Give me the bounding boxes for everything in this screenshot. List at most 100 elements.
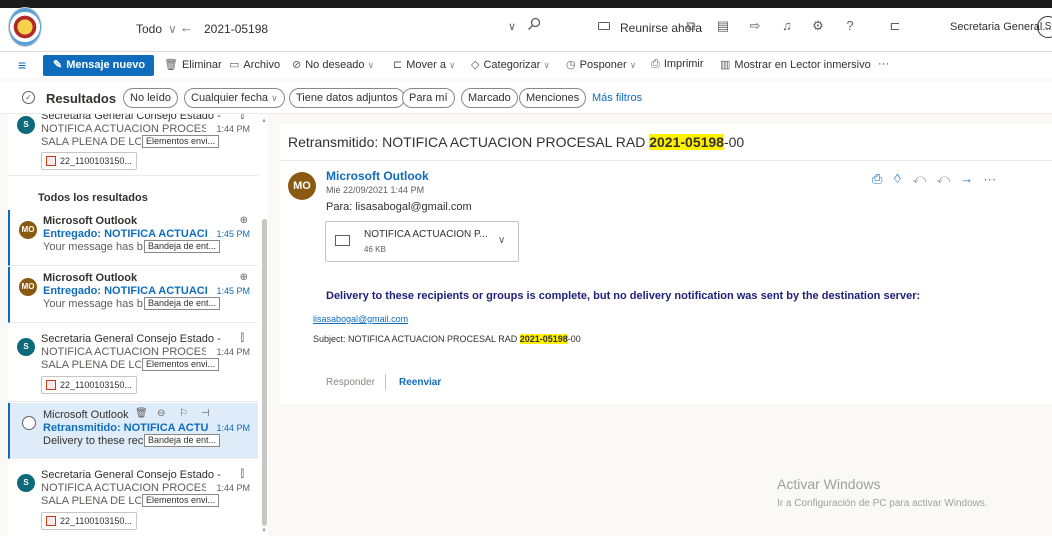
scroll-down-arrow-icon[interactable]: ▼ — [261, 528, 267, 534]
video-camera-icon[interactable] — [598, 22, 610, 30]
folder-badge: Bandeja de ent... — [144, 240, 221, 253]
pdf-file-icon — [46, 516, 56, 526]
flag-icon[interactable]: ⚐ — [179, 408, 188, 419]
list-item[interactable]: S Secretaria General Consejo Estado - N.… — [8, 114, 258, 176]
avatar: MO — [19, 278, 37, 296]
reply-button[interactable]: Responder — [326, 377, 375, 388]
pdf-file-icon — [46, 380, 56, 390]
junk-button[interactable]: ⊘ No deseado ∨ — [292, 58, 374, 71]
filter-mentions[interactable]: Menciones — [519, 88, 587, 108]
results-heading: Resultados — [46, 91, 117, 106]
list-item[interactable]: MO Microsoft Outlook ⊕ Entregado: NOTIFI… — [8, 267, 258, 323]
chevron-down-icon: ∨ — [543, 60, 550, 70]
pdf-file-icon — [46, 156, 56, 166]
filter-date[interactable]: Cualquier fecha ∨ — [184, 88, 285, 108]
search-input[interactable]: 2021-05198 — [204, 22, 268, 36]
reply-all-icon[interactable]: ↶ — [936, 171, 960, 186]
window-strip — [0, 0, 1052, 8]
snooze-button[interactable]: ◷ Posponer ∨ — [566, 58, 636, 71]
print-button[interactable]: ⎙ Imprimir — [651, 58, 704, 71]
search-scope-dropdown[interactable]: Todo ∨ — [136, 22, 177, 36]
help-icon[interactable]: ? — [843, 19, 857, 33]
attachment-chip[interactable]: 22_1100103150... — [41, 512, 137, 530]
sender-name[interactable]: Microsoft Outlook — [326, 169, 429, 183]
book-icon: ▥ — [720, 59, 731, 71]
avatar: S — [17, 474, 35, 492]
list-scrollbar-thumb[interactable] — [262, 219, 267, 526]
trash-icon: 🗑 — [164, 59, 178, 71]
list-item[interactable]: MO Microsoft Outlook ⊕ Entregado: NOTIFI… — [8, 210, 258, 266]
chevron-down-icon: ∨ — [448, 60, 456, 70]
select-radio[interactable] — [22, 416, 36, 430]
feedback-icon[interactable]: ⇨ — [748, 19, 762, 33]
activation-watermark-subtitle: Ir a Configuración de PC para activar Wi… — [777, 498, 988, 509]
folder-badge: Elementos envi... — [142, 358, 220, 371]
activation-watermark-title: Activar Windows — [777, 476, 881, 492]
move-to-button[interactable]: ⊏ Mover a ∨ — [393, 58, 456, 71]
pin-icon[interactable]: ⊣ — [201, 408, 210, 419]
more-filters-link[interactable]: Más filtros — [592, 92, 642, 104]
filter-flagged[interactable]: Marcado — [461, 88, 518, 108]
divider — [385, 374, 386, 390]
select-all-checkbox[interactable]: ✓ — [22, 91, 35, 104]
gear-icon[interactable]: ⚙ — [811, 19, 825, 33]
list-item[interactable]: S Secretaria General Consejo Estado - N.… — [8, 324, 258, 402]
whats-new-icon[interactable]: ⊏ — [888, 19, 902, 33]
print-icon[interactable]: ⎙ — [872, 171, 892, 186]
reading-pane — [280, 124, 1052, 404]
chevron-down-icon: ∨ — [629, 60, 637, 70]
recipients-line: Para: lisasabogal@gmail.com — [326, 201, 472, 213]
filter-to-me[interactable]: Para mí — [402, 88, 455, 108]
list-item[interactable]: S Secretaria General Consejo Estado - N.… — [8, 460, 258, 536]
back-arrow-icon[interactable]: ← — [180, 20, 193, 35]
scroll-up-arrow-icon[interactable]: ▲ — [261, 118, 267, 124]
like-icon[interactable]: ♢ — [892, 171, 912, 186]
more-icon[interactable]: ⋯ — [983, 171, 1006, 186]
more-actions-button[interactable]: ··· — [878, 58, 889, 70]
trash-icon[interactable]: 🗑 — [135, 408, 148, 419]
filter-attachments[interactable]: Tiene datos adjuntos — [289, 88, 405, 108]
hamburger-menu-icon[interactable]: ≡ — [18, 58, 26, 72]
search-highlight: 2021-05198 — [649, 134, 724, 150]
reply-icon[interactable]: ↶ — [912, 171, 936, 186]
filter-unread[interactable]: No leído — [123, 88, 178, 108]
list-item-selected[interactable]: Microsoft Outlook 🗑 ⊖ ⚐ ⊣ Retransmitido:… — [8, 403, 258, 459]
categorize-button[interactable]: ◇ Categorizar ∨ — [471, 58, 550, 71]
account-avatar[interactable]: S — [1037, 16, 1052, 38]
subject-line: Subject: NOTIFICA ACTUACION PROCESAL RAD… — [313, 334, 581, 344]
move-folder-icon: ⊏ — [393, 59, 403, 71]
avatar: S — [17, 338, 35, 356]
read-receipt-icon: ⊕ — [239, 272, 248, 283]
recipient-link[interactable]: lisasabogal@gmail.com — [313, 314, 408, 324]
forward-icon[interactable]: → — [960, 171, 983, 186]
new-message-button[interactable]: ✎ Mensaje nuevo — [43, 55, 154, 76]
archive-icon: ▭ — [229, 59, 240, 71]
folder-badge: Elementos envi... — [142, 494, 220, 507]
delete-button[interactable]: 🗑 Eliminar — [164, 58, 222, 71]
chevron-down-icon: ∨ — [168, 22, 177, 36]
archive-button[interactable]: ▭ Archivo — [229, 58, 280, 71]
search-icon[interactable] — [527, 17, 541, 31]
search-options-chevron-icon[interactable]: ∨ — [508, 20, 516, 33]
teams-icon[interactable]: ⧉ — [684, 19, 698, 33]
message-subject-title: Retransmitido: NOTIFICA ACTUACION PROCES… — [288, 134, 745, 150]
section-header: Todos los resultados — [38, 192, 148, 204]
envelope-open-icon[interactable]: ⊖ — [157, 408, 165, 419]
chevron-down-icon[interactable]: ∨ — [498, 235, 505, 246]
bell-icon[interactable]: ♫ — [780, 19, 794, 33]
tag-icon: ◇ — [471, 59, 480, 71]
notes-icon[interactable]: ▤ — [716, 19, 730, 33]
attachment-chip[interactable]: 22_1100103150... — [41, 376, 137, 394]
message-body: Delivery to these recipients or groups i… — [326, 290, 921, 302]
paperclip-icon: ⫿ — [240, 114, 244, 121]
block-icon: ⊘ — [292, 59, 302, 71]
avatar: S — [17, 116, 35, 134]
immersive-reader-button[interactable]: ▥ Mostrar en Lector inmersivo — [720, 58, 871, 71]
sender-avatar[interactable]: MO — [288, 172, 316, 200]
forward-button[interactable]: Reenviar — [399, 377, 441, 388]
attachment-chip[interactable]: 22_1100103150... — [41, 152, 137, 170]
organization-logo — [8, 7, 42, 47]
divider — [280, 160, 1052, 161]
clock-icon: ◷ — [566, 59, 576, 71]
attachment-card[interactable]: NOTIFICA ACTUACION P... 46 KB ∨ — [325, 221, 519, 262]
